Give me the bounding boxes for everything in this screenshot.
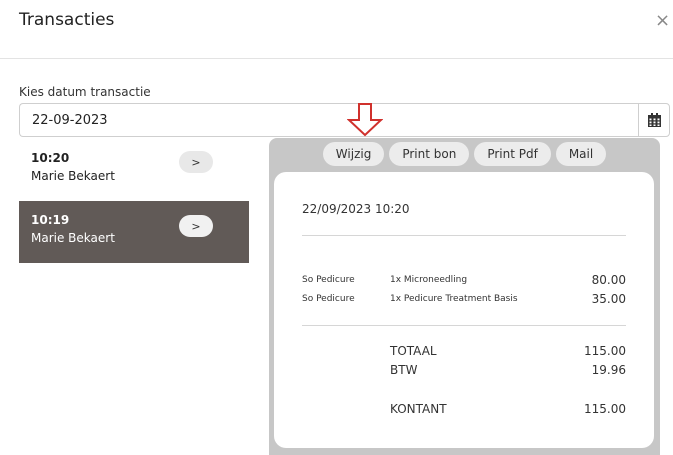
date-input[interactable] [19,103,639,137]
line-amount: 80.00 [591,273,626,287]
receipt: 22/09/2023 10:20 So Pedicure 1x Micronee… [274,172,654,448]
line-category: So Pedicure [302,275,355,285]
line-description: 1x Pedicure Treatment Basis [390,294,518,304]
open-transaction-button[interactable]: > [179,151,213,173]
receipt-datetime: 22/09/2023 10:20 [302,202,410,216]
close-icon[interactable]: × [655,11,670,31]
receipt-line: So Pedicure 1x Pedicure Treatment Basis … [302,292,626,308]
payment-label: KONTANT [390,402,447,416]
transaction-item[interactable]: 10:20 Marie Bekaert > [19,139,249,201]
print-pdf-button[interactable]: Print Pdf [474,142,551,166]
receipt-line: So Pedicure 1x Microneedling 80.00 [302,273,626,289]
calendar-icon [647,112,661,127]
annotation-arrow-icon [347,103,383,137]
transaction-list: 10:20 Marie Bekaert > 10:19 Marie Bekaer… [19,139,249,263]
vat-label: BTW [390,363,418,377]
edit-button[interactable]: Wijzig [322,142,385,166]
vat-value: 19.96 [591,363,626,377]
dialog-header: Transacties × [0,0,673,59]
total-value: 115.00 [584,344,626,358]
line-description: 1x Microneedling [390,275,468,285]
line-amount: 35.00 [591,292,626,306]
line-category: So Pedicure [302,294,355,304]
transaction-item-selected[interactable]: 10:19 Marie Bekaert > [19,201,249,263]
mail-button[interactable]: Mail [555,142,607,166]
divider [302,235,626,236]
total-label: TOTAAL [390,344,437,358]
vat-row: BTW 19.96 [390,363,626,377]
receipt-actions: Wijzig Print bon Print Pdf Mail [269,142,660,166]
payment-value: 115.00 [584,402,626,416]
receipt-panel: Wijzig Print bon Print Pdf Mail 22/09/20… [269,138,660,455]
date-label: Kies datum transactie [19,85,151,99]
open-transaction-button[interactable]: > [179,215,213,237]
divider [302,325,626,326]
payment-row: KONTANT 115.00 [390,402,626,416]
total-row: TOTAAL 115.00 [390,344,626,358]
print-receipt-button[interactable]: Print bon [389,142,470,166]
dialog-title: Transacties [19,10,115,30]
calendar-button[interactable] [638,103,670,137]
